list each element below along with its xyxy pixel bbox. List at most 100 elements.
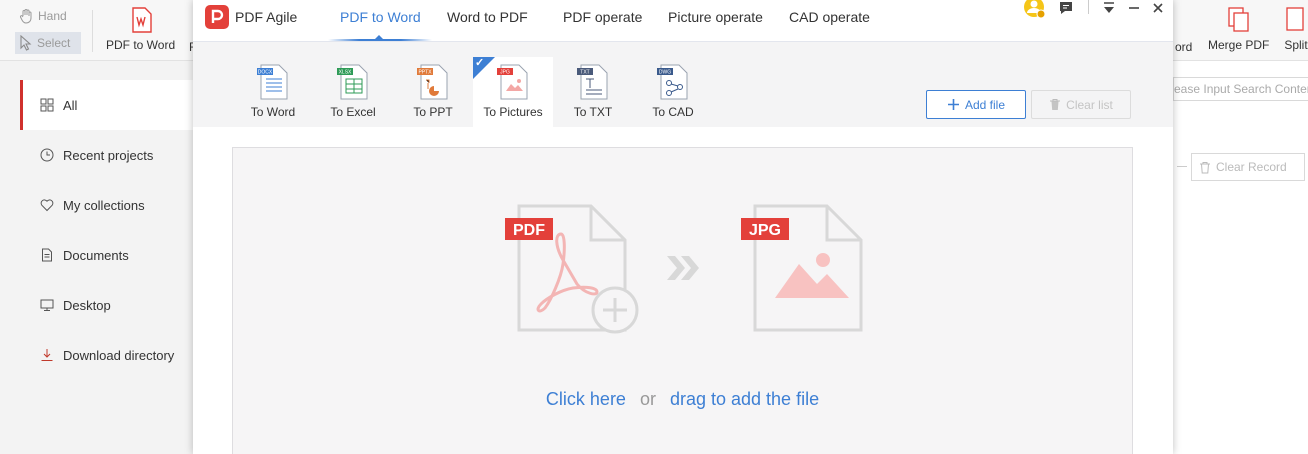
svg-text:TXT: TXT [580, 70, 589, 76]
toolbar-partial-label-right: ord [1175, 40, 1193, 54]
split-button[interactable]: Split [1283, 6, 1308, 52]
download-icon [41, 349, 53, 361]
sub-tab-label: To Pictures [483, 105, 543, 119]
double-chevron-icon [667, 256, 699, 280]
sub-tab-to-excel[interactable]: XLSX To Excel [313, 57, 393, 127]
trash-icon [1050, 99, 1061, 110]
nav-item-download-directory[interactable]: Download directory [20, 330, 193, 380]
right-content-area: ease Input Search Content Clear Record [1173, 61, 1308, 454]
nav-item-label: Recent projects [63, 147, 154, 163]
pdf-file-icon: PDF [505, 204, 639, 334]
pdf-agile-dialog: PDF Agile PDF to Word Word to PDF PDF op… [193, 0, 1173, 454]
split-icon [1286, 7, 1304, 31]
divider [1177, 166, 1187, 167]
header-divider [1088, 0, 1089, 14]
docx-file-icon: DOCX [257, 64, 288, 100]
svg-text:DOCX: DOCX [258, 70, 273, 76]
cursor-icon [20, 35, 32, 51]
pdf-to-word-button[interactable]: PDF to Word [106, 6, 175, 52]
add-file-button[interactable]: Add file [926, 90, 1026, 119]
drag-to-add-text: drag to add the file [669, 389, 820, 409]
nav-item-documents[interactable]: Documents [20, 230, 193, 280]
tab-pdf-operate[interactable]: PDF operate [563, 9, 642, 25]
merge-pdf-icon [1228, 7, 1249, 32]
check-icon: ✓ [475, 57, 485, 69]
hand-tool[interactable]: Hand [18, 8, 67, 24]
nav-item-label: My collections [63, 197, 145, 213]
hand-icon [19, 9, 32, 24]
dialog-header: PDF Agile PDF to Word Word to PDF PDF op… [193, 0, 1173, 42]
txt-file-icon: TXT [577, 64, 608, 100]
pdf-to-word-label: PDF to Word [106, 38, 176, 52]
pdf-to-jpg-illustration: PDF JPG [505, 204, 863, 334]
nav-item-desktop[interactable]: Desktop [20, 280, 193, 330]
select-tool[interactable]: Select [15, 32, 81, 54]
click-here-link[interactable]: Click here [546, 389, 626, 409]
nav-item-label: Documents [63, 247, 129, 263]
minimize-icon [1129, 7, 1139, 9]
sub-tab-to-cad[interactable]: DWG To CAD [633, 57, 713, 127]
select-tool-label: Select [37, 36, 71, 50]
sub-tab-to-ppt[interactable]: PPTX To PPT [393, 57, 473, 127]
clear-record-button[interactable]: Clear Record [1191, 153, 1305, 181]
or-text: or [639, 389, 656, 409]
dropdown-menu-icon [1104, 2, 1114, 13]
menu-dropdown-button[interactable] [1101, 0, 1117, 16]
pptx-file-icon: PPTX [417, 64, 448, 100]
svg-text:JPG: JPG [749, 222, 781, 239]
tab-word-to-pdf[interactable]: Word to PDF [447, 9, 528, 25]
avatar-icon [1024, 0, 1046, 19]
tab-cad-operate[interactable]: CAD operate [789, 9, 870, 25]
search-input[interactable]: ease Input Search Content [1173, 77, 1308, 101]
sub-tab-label: To Word [250, 105, 296, 119]
close-icon [1153, 3, 1163, 13]
jpg-file-icon: JPG [497, 64, 528, 100]
left-navigation: All Recent projects My collections Docum… [0, 61, 193, 454]
svg-text:XLSX: XLSX [339, 70, 352, 76]
monitor-icon [40, 299, 54, 311]
split-label: Split [1284, 38, 1308, 52]
app-name: PDF Agile [235, 9, 298, 25]
sub-tab-label: To TXT [573, 105, 613, 119]
tab-picture-operate[interactable]: Picture operate [668, 9, 763, 25]
plus-icon [947, 99, 959, 110]
svg-text:PPTX: PPTX [418, 70, 432, 76]
sub-tab-to-word[interactable]: DOCX To Word [233, 57, 313, 127]
app-logo-icon [205, 5, 229, 29]
nav-item-label: All [63, 97, 78, 113]
feedback-button[interactable] [1057, 0, 1075, 16]
sub-tab-label: To CAD [652, 105, 694, 119]
minimize-button[interactable] [1126, 0, 1142, 16]
add-file-label: Add file [964, 97, 1006, 112]
jpg-file-icon: JPG [741, 204, 863, 332]
user-avatar[interactable] [1022, 0, 1048, 20]
sub-tab-to-pictures[interactable]: ✓ JPG To Pictures [473, 57, 553, 127]
clear-list-label: Clear list [1066, 97, 1113, 112]
conversion-type-bar: DOCX To Word XLSX To Excel PPTX To PPT ✓… [193, 42, 1173, 127]
clear-record-label: Clear Record [1216, 160, 1287, 174]
xlsx-file-icon: XLSX [337, 64, 368, 100]
file-drop-zone[interactable]: PDF JPG Click here or drag to add the file [232, 147, 1133, 454]
dwg-file-icon: DWG [657, 64, 688, 100]
grid-icon [40, 98, 54, 112]
merge-pdf-label: Merge PDF [1208, 38, 1270, 52]
nav-item-all[interactable]: All [20, 80, 193, 130]
svg-text:PDF: PDF [513, 222, 545, 239]
tab-pdf-to-word[interactable]: PDF to Word [340, 9, 421, 25]
document-icon [42, 248, 52, 262]
svg-text:DWG: DWG [659, 70, 671, 76]
nav-item-recent-projects[interactable]: Recent projects [20, 130, 193, 180]
sub-tab-label: To Excel [330, 105, 376, 119]
close-button[interactable] [1150, 0, 1166, 16]
svg-text:JPG: JPG [500, 70, 510, 76]
clear-list-button[interactable]: Clear list [1031, 90, 1131, 119]
hand-tool-label: Hand [38, 9, 67, 23]
merge-pdf-button[interactable]: Merge PDF [1208, 6, 1269, 52]
nav-item-my-collections[interactable]: My collections [20, 180, 193, 230]
active-tab-caret [374, 35, 384, 40]
nav-item-label: Desktop [63, 297, 111, 313]
trash-icon [1200, 161, 1210, 173]
pdf-to-word-icon [131, 7, 152, 33]
search-placeholder: ease Input Search Content [1174, 82, 1308, 96]
sub-tab-to-txt[interactable]: TXT To TXT [553, 57, 633, 127]
